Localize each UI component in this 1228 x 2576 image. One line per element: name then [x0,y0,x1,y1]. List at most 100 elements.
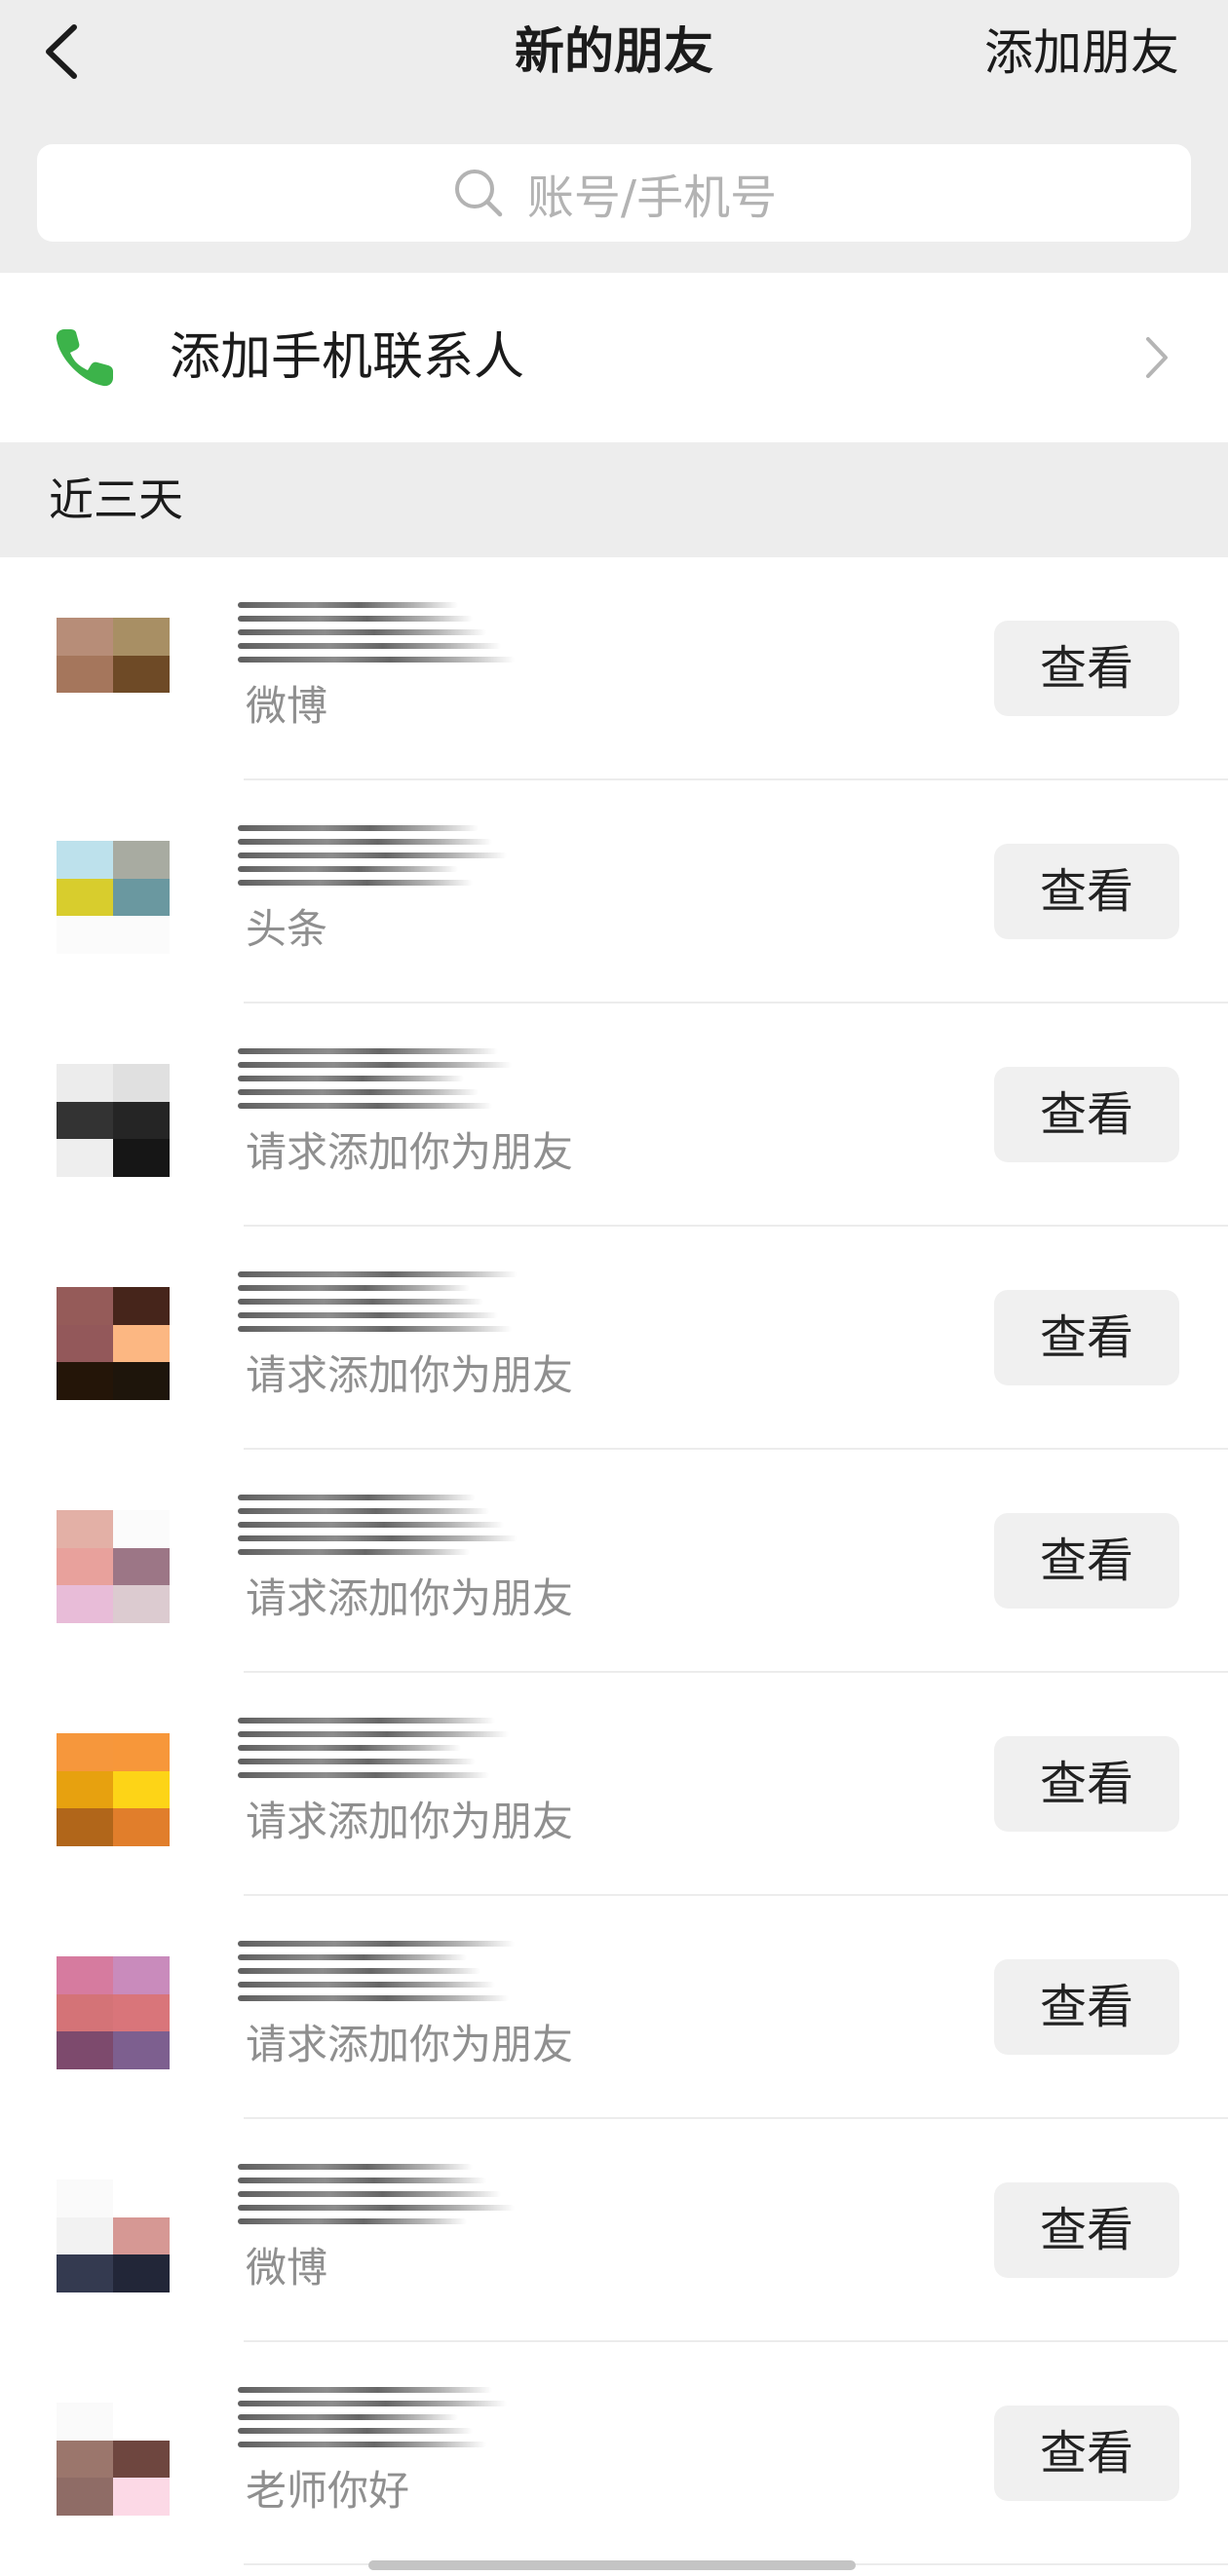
friend-request-row[interactable]: 头条 查看 [0,780,1228,1004]
avatar[interactable] [57,618,170,731]
redacted-name-stroke [238,1549,470,1555]
avatar[interactable] [57,1287,170,1400]
avatar-tile [57,1956,113,1994]
avatar-tile [113,2254,170,2292]
redacted-name-stroke [238,2178,487,2183]
avatar[interactable] [57,1956,170,2069]
friend-request-row[interactable]: 请求添加你为朋友 查看 [0,1450,1228,1673]
redacted-name [238,594,520,676]
request-message: 请求添加你为朋友 [246,1128,574,1176]
add-phone-contacts-label: 添加手机联系人 [170,328,525,387]
add-phone-contacts-row[interactable]: 添加手机联系人 [0,273,1228,442]
chevron-right-icon [1146,337,1168,378]
avatar-tile [113,878,170,917]
avatar-tile [113,1139,170,1177]
view-button[interactable]: 查看 [994,1067,1179,1162]
friend-request-row[interactable]: 请求添加你为朋友 查看 [0,1673,1228,1896]
redacted-name-stroke [238,1535,518,1541]
avatar-tile [57,2478,113,2516]
redacted-name-stroke [238,1522,504,1528]
back-button[interactable] [33,16,101,88]
avatar-tile [57,618,113,656]
redacted-name-stroke [238,1941,516,1947]
add-friend-button[interactable]: 添加朋友 [984,14,1179,92]
search-placeholder: 账号/手机号 [526,170,778,225]
friend-request-row[interactable]: 请求添加你为朋友 查看 [0,1896,1228,2119]
redacted-name-stroke [238,629,487,635]
request-message: 请求添加你为朋友 [246,1351,574,1399]
avatar[interactable] [57,841,170,954]
avatar-tile [113,1993,170,2032]
view-button[interactable]: 查看 [994,844,1179,939]
friend-request-row[interactable]: 请求添加你为朋友 查看 [0,1227,1228,1450]
redacted-name-stroke [238,1954,467,1960]
request-message: 头条 [246,905,328,953]
search-input[interactable]: 账号/手机号 [37,144,1191,242]
avatar-tile [57,2031,113,2069]
redacted-name [238,1041,520,1122]
avatar-tile [57,1993,113,2032]
view-button[interactable]: 查看 [994,1959,1179,2055]
avatar-tile [113,1733,170,1771]
view-button[interactable]: 查看 [994,1290,1179,1385]
redacted-name-stroke [238,1285,470,1291]
redacted-name [238,2156,520,2238]
avatar-tile [113,1101,170,1140]
avatar-tile [113,1808,170,1846]
avatar-tile [113,916,170,954]
redacted-name-stroke [238,1048,498,1054]
avatar-tile [57,2216,113,2255]
avatar-tile [57,1287,113,1325]
avatar-tile [57,2179,113,2217]
redacted-name-stroke [238,1982,495,1988]
avatar[interactable] [57,1510,170,1623]
avatar-tile [57,655,113,694]
avatar[interactable] [57,1733,170,1846]
redacted-name-stroke [238,852,507,858]
redacted-name-stroke [238,1103,492,1109]
redacted-name-stroke [238,1508,490,1514]
view-button[interactable]: 查看 [994,2182,1179,2278]
redacted-name-stroke [238,825,479,831]
redacted-name [238,1933,520,2015]
avatar-tile [57,2254,113,2292]
view-button[interactable]: 查看 [994,2406,1179,2501]
search-icon [454,170,503,217]
friend-request-row[interactable]: 请求添加你为朋友 查看 [0,1004,1228,1227]
redacted-name-stroke [238,2218,467,2224]
redacted-name-stroke [238,1271,518,1277]
redacted-name-stroke [238,1062,513,1068]
avatar-tile [57,1770,113,1809]
view-button[interactable]: 查看 [994,1513,1179,1609]
redacted-name-stroke [238,2442,487,2447]
avatar-tile [113,2179,170,2217]
view-button[interactable]: 查看 [994,621,1179,716]
redacted-name [238,1264,520,1345]
avatar-tile [57,916,113,954]
avatar[interactable] [57,1064,170,1177]
avatar-tile [113,1287,170,1325]
friend-request-row[interactable]: 微博 查看 [0,2119,1228,2342]
avatar-tile [113,1510,170,1548]
request-message: 请求添加你为朋友 [246,1798,574,1845]
view-button[interactable]: 查看 [994,1736,1179,1832]
avatar-tile [57,878,113,917]
avatar[interactable] [57,2403,170,2516]
redacted-name [238,1710,520,1792]
avatar-tile [113,1064,170,1102]
redacted-name-stroke [238,1089,479,1095]
avatar-tile [113,2216,170,2255]
redacted-name-stroke [238,657,516,663]
avatar-tile [113,1770,170,1809]
redacted-name-stroke [238,1718,495,1724]
avatar-tile [113,2031,170,2069]
avatar-tile [113,655,170,694]
redacted-name-stroke [238,880,473,886]
avatar[interactable] [57,2179,170,2292]
redacted-name-stroke [238,643,501,649]
friend-request-row[interactable]: 老师你好 查看 [0,2342,1228,2565]
redacted-name-stroke [238,1731,510,1737]
friend-request-row[interactable]: 微博 查看 [0,557,1228,780]
avatar-tile [57,2403,113,2441]
chevron-left-icon [46,24,77,79]
